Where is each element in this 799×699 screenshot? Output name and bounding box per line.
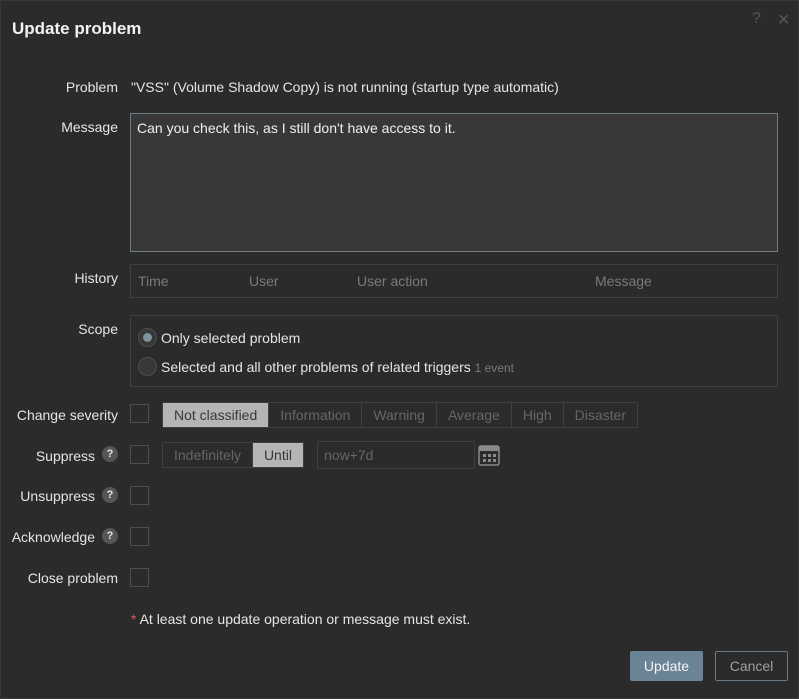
unsuppress-help-icon[interactable]: ? bbox=[102, 487, 118, 503]
history-col-message: Message bbox=[595, 273, 652, 289]
problem-label: Problem bbox=[65, 79, 118, 95]
message-textarea[interactable]: Can you check this, as I still don't hav… bbox=[130, 113, 778, 252]
acknowledge-checkbox[interactable] bbox=[130, 527, 149, 546]
scope-radio-all-related[interactable] bbox=[138, 357, 157, 376]
severity-selector: Not classified Information Warning Avera… bbox=[162, 402, 638, 428]
scope-radio-selected[interactable] bbox=[138, 328, 157, 347]
dialog-title: Update problem bbox=[12, 19, 142, 38]
close-problem-label: Close problem bbox=[27, 570, 118, 586]
scope-option-selected-label: Only selected problem bbox=[161, 330, 301, 346]
calendar-icon[interactable] bbox=[478, 444, 500, 466]
suppress-until[interactable]: Until bbox=[252, 443, 303, 467]
history-col-user: User bbox=[249, 273, 279, 289]
severity-high[interactable]: High bbox=[512, 403, 564, 427]
acknowledge-help-icon[interactable]: ? bbox=[102, 528, 118, 544]
problem-value: "VSS" (Volume Shadow Copy) is not runnin… bbox=[131, 79, 559, 95]
severity-average[interactable]: Average bbox=[437, 403, 512, 427]
suppress-mode-selector: Indefinitely Until bbox=[162, 442, 304, 468]
acknowledge-label: Acknowledge bbox=[11, 529, 95, 545]
severity-warning[interactable]: Warning bbox=[362, 403, 437, 427]
suppress-checkbox[interactable] bbox=[130, 445, 149, 464]
suppress-indefinitely[interactable]: Indefinitely bbox=[163, 443, 253, 467]
change-severity-checkbox[interactable] bbox=[130, 404, 149, 423]
required-asterisk: * bbox=[131, 611, 137, 627]
suppress-help-icon[interactable]: ? bbox=[102, 446, 118, 462]
history-label: History bbox=[74, 270, 118, 286]
severity-information[interactable]: Information bbox=[269, 403, 363, 427]
required-note-text: At least one update operation or message… bbox=[139, 611, 471, 627]
close-problem-checkbox[interactable] bbox=[130, 568, 149, 587]
scope-box: Only selected problem Selected and all o… bbox=[130, 315, 778, 387]
severity-disaster[interactable]: Disaster bbox=[564, 403, 637, 427]
history-col-user-action: User action bbox=[357, 273, 428, 289]
unsuppress-label: Unsuppress bbox=[20, 488, 95, 504]
scope-event-count: 1 event bbox=[474, 361, 514, 375]
scope-option-all-related-label: Selected and all other problems of relat… bbox=[161, 359, 471, 375]
close-icon[interactable]: ✕ bbox=[777, 10, 790, 30]
scope-label: Scope bbox=[78, 321, 118, 337]
update-button[interactable]: Update bbox=[630, 651, 703, 681]
message-label: Message bbox=[61, 119, 118, 135]
update-problem-dialog: Update problem ? ✕ Problem "VSS" (Volume… bbox=[0, 0, 799, 699]
change-severity-label: Change severity bbox=[16, 407, 118, 423]
required-note: * At least one update operation or messa… bbox=[131, 611, 470, 627]
suppress-label: Suppress bbox=[35, 448, 95, 464]
cancel-button[interactable]: Cancel bbox=[715, 651, 788, 681]
suppress-until-input[interactable]: now+7d bbox=[317, 441, 475, 469]
unsuppress-checkbox[interactable] bbox=[130, 486, 149, 505]
history-col-time: Time bbox=[138, 273, 169, 289]
severity-not-classified[interactable]: Not classified bbox=[163, 403, 270, 427]
help-icon[interactable]: ? bbox=[752, 10, 761, 28]
history-table: Time User User action Message bbox=[130, 264, 778, 298]
scope-option-all-related: Selected and all other problems of relat… bbox=[161, 359, 514, 375]
